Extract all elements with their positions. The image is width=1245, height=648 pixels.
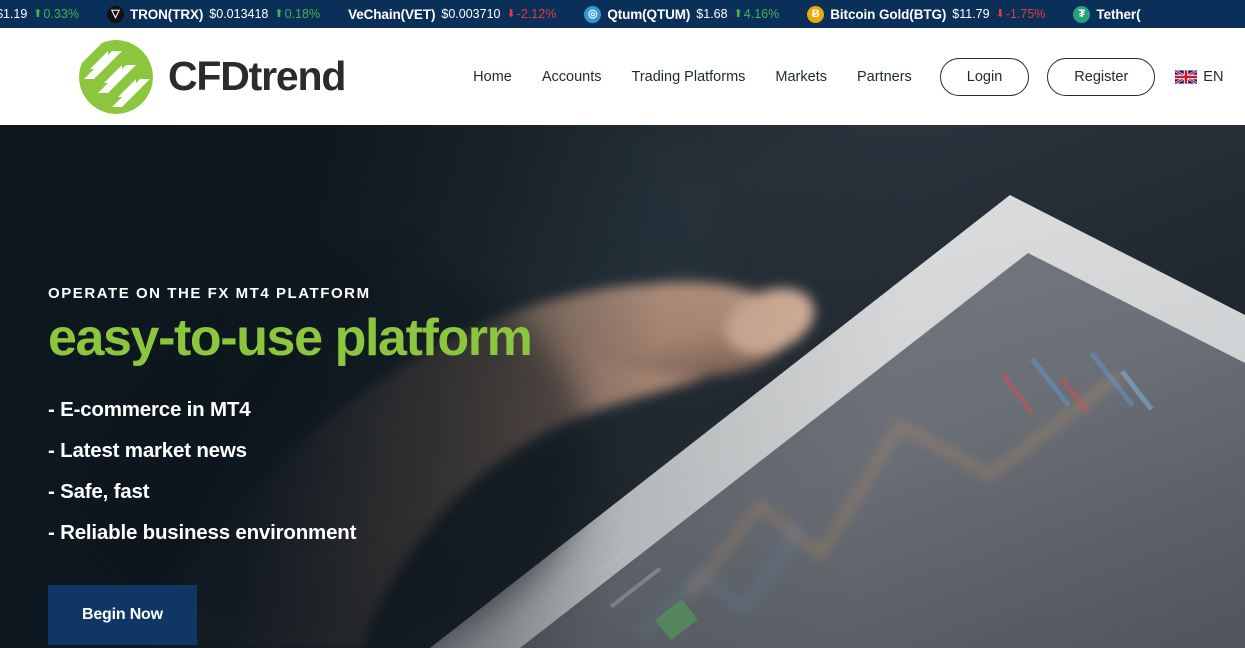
uk-flag-icon	[1174, 68, 1198, 85]
hero-feature-list: - E-commerce in MT4 - Latest market news…	[48, 398, 1245, 545]
ticker-price: $1.68	[696, 7, 728, 21]
crypto-ticker-bar[interactable]: $1.19⬆0.33%▽TRON(TRX)$0.013418⬆0.18%VVeC…	[0, 0, 1245, 28]
feature-item-ecommerce: - E-commerce in MT4	[48, 398, 251, 422]
ticker-change: ⬆ 0.33%	[33, 7, 79, 21]
begin-now-button[interactable]: Begin Now	[48, 585, 197, 646]
main-navigation: Home Accounts Trading Platforms Markets …	[473, 69, 912, 85]
nav-item-markets[interactable]: Markets	[775, 69, 827, 85]
ticker-change-value: 0.33%	[43, 7, 79, 21]
ticker-change-value: -1.75%	[1005, 7, 1046, 21]
bitcoin-gold-icon: Ƀ	[807, 5, 825, 23]
ticker-change-value: 0.18%	[284, 7, 321, 21]
register-button[interactable]: Register	[1047, 57, 1156, 96]
arrow-up-icon: ⬆	[33, 7, 43, 20]
tether-icon: ₮	[1073, 5, 1091, 23]
qtum-icon: ◎	[584, 5, 602, 23]
hero-eyebrow: Operate on the FX MT4 platform	[48, 285, 371, 302]
feature-item-reliable: - Reliable business environment	[48, 521, 357, 545]
arrow-up-icon: ⬆	[733, 7, 743, 20]
ticker-asset-name: Tether(	[1096, 6, 1141, 22]
login-button[interactable]: Login	[939, 57, 1030, 96]
arrow-up-icon: ⬆	[274, 7, 284, 20]
ticker-price: $11.79	[952, 7, 990, 21]
ticker-item[interactable]: Ƀ Bitcoin Gold(BTG) $11.79 ⬇ -1.75%	[793, 5, 1059, 23]
ticker-change: ⬆ 4.16%	[734, 7, 780, 21]
ticker-change: ⬇ -2.12%	[506, 7, 556, 21]
ticker-asset-name: TRON(TRX)	[129, 6, 204, 22]
ticker-item[interactable]: $1.19 ⬆0.33%	[0, 7, 93, 21]
header-actions: Login Register EN	[939, 57, 1224, 96]
ticker-strip[interactable]: $1.19⬆0.33%▽TRON(TRX)$0.013418⬆0.18%VVeC…	[0, 5, 1154, 23]
ticker-change: ⬇ -1.75%	[996, 7, 1046, 21]
nav-item-partners[interactable]: Partners	[857, 69, 912, 85]
ticker-price: $0.003710	[441, 7, 501, 21]
feature-item-market-news: - Latest market news	[48, 439, 247, 463]
cfdtrend-logo-icon	[78, 39, 154, 115]
hero-headline: easy-to-use platform	[48, 309, 533, 367]
brand-logo[interactable]: CFDtrend	[78, 39, 346, 115]
arrow-down-icon: ⬇	[506, 7, 516, 20]
nav-item-home[interactable]: Home	[473, 69, 512, 85]
feature-item-safe-fast: - Safe, fast	[48, 480, 150, 504]
tron-icon: ▽	[106, 5, 124, 23]
ticker-change: ⬆ 0.18%	[274, 7, 320, 21]
nav-item-trading-platforms[interactable]: Trading Platforms	[632, 69, 746, 85]
language-selector[interactable]: EN	[1174, 68, 1224, 85]
ticker-item[interactable]: ▽ TRON(TRX) $0.013418 ⬆ 0.18%	[93, 5, 334, 23]
ticker-asset-name: Qtum(QTUM)	[607, 6, 691, 22]
ticker-asset-name: VeChain(VET)	[348, 6, 436, 22]
ticker-change-value: 4.16%	[743, 7, 780, 21]
brand-name: CFDtrend	[168, 53, 346, 99]
ticker-item[interactable]: VVeChain(VET)$0.003710⬇-2.12%	[334, 7, 570, 22]
ticker-asset-name: Bitcoin Gold(BTG)	[830, 6, 947, 22]
site-header: CFDtrend Home Accounts Trading Platforms…	[0, 28, 1245, 125]
ticker-item[interactable]: ◎ Qtum(QTUM) $1.68 ⬆ 4.16%	[570, 5, 793, 23]
language-label: EN	[1203, 68, 1224, 85]
ticker-price: $0.013418	[209, 7, 269, 21]
nav-item-accounts[interactable]: Accounts	[542, 69, 602, 85]
arrow-down-icon: ⬇	[995, 7, 1005, 20]
ticker-item[interactable]: ₮ Tether(	[1059, 5, 1154, 23]
hero-content: Operate on the FX MT4 platform easy-to-u…	[0, 125, 1245, 646]
ticker-change-value: -2.12%	[516, 7, 557, 21]
hero-section: Operate on the FX MT4 platform easy-to-u…	[0, 125, 1245, 648]
ticker-price: $1.19	[0, 7, 28, 21]
